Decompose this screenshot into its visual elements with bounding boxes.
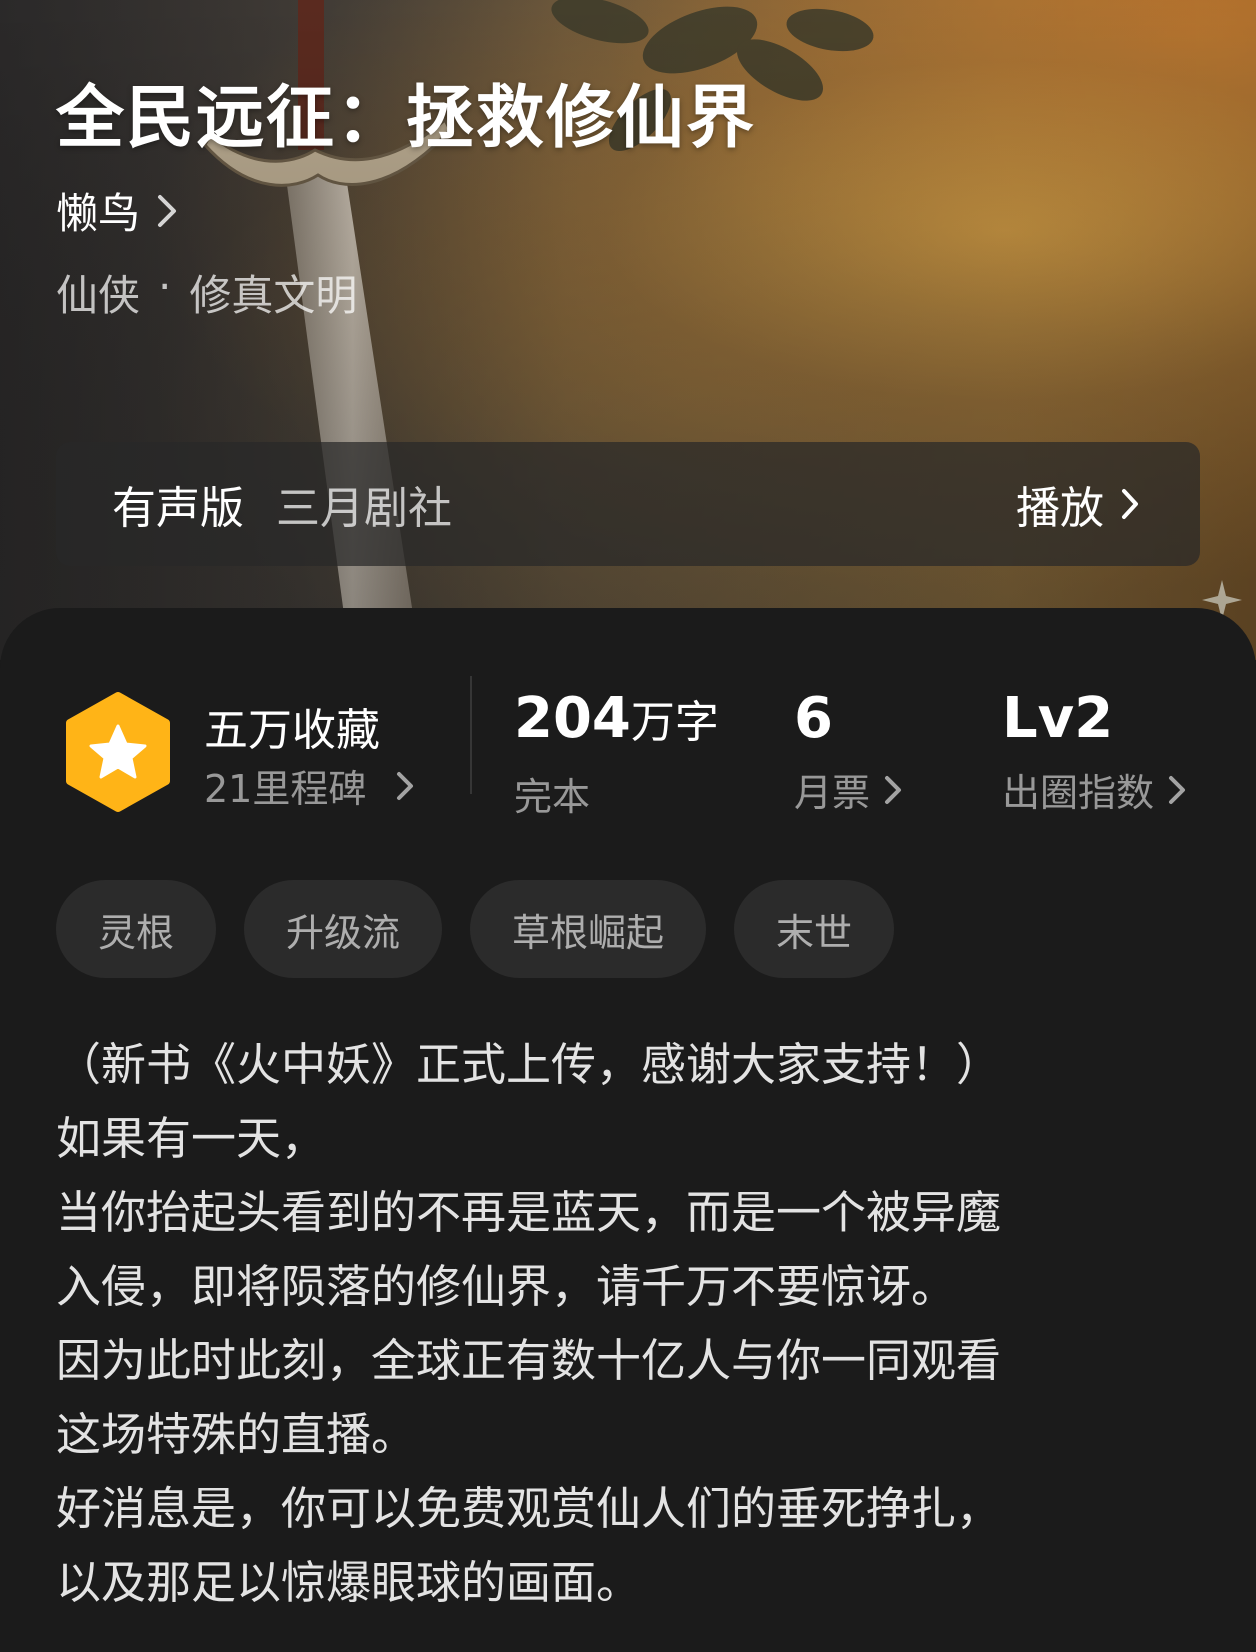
description-line: 因为此时此刻，全球正有数十亿人与你一同观看 (56, 1334, 1002, 1387)
genre-label[interactable]: 仙侠 (56, 262, 140, 323)
play-button[interactable]: 播放 (1016, 472, 1140, 536)
monthly-tickets-value: 6 (794, 686, 833, 751)
tag-chip[interactable]: 草根崛起 (470, 880, 707, 978)
milestone-subtitle: 21里程碑 (204, 767, 367, 811)
description-line: 入侵，即将陨落的修仙界，请千万不要惊讶。 (56, 1260, 957, 1313)
genre-breadcrumb: 仙侠 · 修真文明 (56, 262, 357, 323)
audiobook-label: 有声版 (112, 483, 244, 534)
chevron-right-icon (397, 771, 414, 800)
milestone-link[interactable]: 21里程碑 (204, 758, 414, 813)
book-title: 全民远征：拯救修仙界 (56, 78, 757, 158)
play-label: 播放 (1016, 483, 1104, 534)
book-info-sheet: 五万收藏 21里程碑 204万字 完本 6 月票 Lv2 出圈指数 灵根 升级流… (0, 608, 1256, 1652)
subgenre-label[interactable]: 修真文明 (189, 262, 357, 323)
tag-chip[interactable]: 灵根 (56, 880, 217, 978)
description-line: （新书《火中妖》正式上传，感谢大家支持！） (56, 1038, 1002, 1091)
author-link[interactable]: 懒鸟 (56, 180, 178, 241)
stats-divider (470, 676, 472, 794)
description-line: 这场特殊的直播。 (56, 1408, 417, 1461)
description-line: 以及那足以惊爆眼球的画面。 (56, 1556, 642, 1609)
description-line: 好消息是，你可以免费观赏仙人们的垂死挣扎， (56, 1482, 1002, 1535)
genre-separator: · (158, 262, 172, 311)
audiobook-bar[interactable]: 有声版 三月剧社 播放 (56, 442, 1200, 566)
description-line: 如果有一天， (56, 1112, 327, 1165)
milestone-badge-icon (66, 692, 170, 812)
popularity-level-value: Lv2 (1002, 686, 1114, 751)
chevron-right-icon (1169, 775, 1186, 804)
popularity-index-label: 出圈指数 (1002, 771, 1155, 815)
word-count-unit: 万字 (630, 697, 719, 748)
tag-chip[interactable]: 升级流 (244, 880, 443, 978)
popularity-index-stat[interactable]: Lv2 出圈指数 (1002, 684, 1186, 817)
book-description[interactable]: （新书《火中妖》正式上传，感谢大家支持！） 如果有一天， 当你抬起头看到的不再是… (56, 1028, 1216, 1620)
chevron-right-icon (885, 775, 902, 804)
completion-status: 完本 (514, 775, 591, 819)
chevron-right-icon (1122, 489, 1138, 519)
chevron-right-icon (158, 194, 177, 227)
tag-list: 灵根 升级流 草根崛起 末世 (56, 880, 895, 978)
author-name: 懒鸟 (56, 189, 141, 238)
monthly-tickets-stat[interactable]: 6 月票 (794, 684, 902, 817)
word-count-value: 204 (514, 686, 631, 751)
book-detail-page: 全民远征：拯救修仙界 懒鸟 仙侠 · 修真文明 有声版 三月剧社 播放 五万收藏… (0, 0, 1256, 1652)
milestone-title: 五万收藏 (204, 705, 380, 756)
word-count-stat: 204万字 完本 (514, 684, 719, 821)
audiobook-studio: 三月剧社 (276, 483, 452, 534)
tag-chip[interactable]: 末世 (734, 880, 895, 978)
monthly-tickets-label: 月票 (794, 771, 871, 815)
cover-background: 全民远征：拯救修仙界 懒鸟 仙侠 · 修真文明 有声版 三月剧社 播放 (0, 0, 1256, 660)
description-line: 当你抬起头看到的不再是蓝天，而是一个被异魔 (56, 1186, 1002, 1239)
